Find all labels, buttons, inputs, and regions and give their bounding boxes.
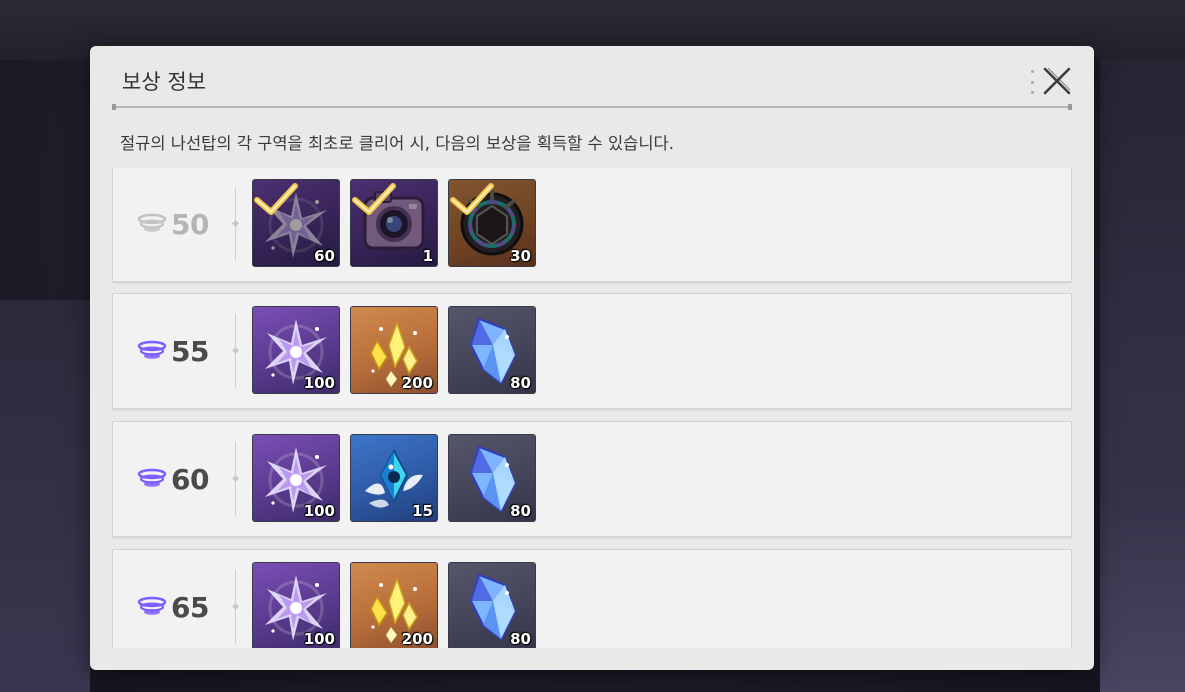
reward-item[interactable]: 80	[448, 306, 536, 394]
item-quantity: 30	[510, 247, 531, 265]
stage-label: 50	[137, 168, 227, 281]
reward-item[interactable]: 80	[448, 434, 536, 522]
reward-row: 55 100 200 80	[112, 293, 1072, 409]
title-divider	[112, 104, 1072, 110]
reward-items: 100 200 80	[252, 306, 536, 394]
stage-number: 60	[171, 462, 209, 496]
row-divider-dot	[231, 602, 240, 611]
reward-row: 65 100 200 80	[112, 549, 1072, 648]
reward-item[interactable]: 1	[350, 179, 438, 267]
row-divider-dot	[231, 346, 240, 355]
reward-items: 60 1 30	[252, 179, 536, 267]
reward-items: 100 200 80	[252, 562, 536, 648]
reward-item[interactable]: 15	[350, 434, 438, 522]
tower-floor-icon	[137, 468, 167, 487]
reward-item[interactable]: 200	[350, 306, 438, 394]
item-quantity: 80	[510, 502, 531, 520]
tower-floor-icon	[137, 596, 167, 615]
close-button[interactable]	[1040, 64, 1074, 98]
background-left	[0, 300, 90, 692]
stage-label: 60	[137, 422, 227, 536]
reward-item[interactable]: 100	[252, 562, 340, 648]
tower-floor-icon	[137, 213, 167, 232]
claimed-check-icon	[450, 183, 494, 215]
reward-row: 50 60 1 30	[112, 168, 1072, 282]
reward-row: 60 100 15 80	[112, 421, 1072, 537]
stage-label: 55	[137, 294, 227, 408]
stage-number: 55	[171, 334, 209, 368]
reward-info-dialog: 보상 정보 절규의 나선탑의 각 구역을 최초로 클리어 시, 다음의 보상을 …	[90, 46, 1094, 670]
divider-dots	[1031, 70, 1035, 94]
stage-label: 65	[137, 550, 227, 648]
reward-item[interactable]: 200	[350, 562, 438, 648]
item-quantity: 200	[401, 630, 433, 648]
item-quantity: 100	[303, 374, 335, 392]
tower-floor-icon	[137, 340, 167, 359]
background-right	[1100, 60, 1185, 692]
item-quantity: 15	[412, 502, 433, 520]
row-divider-dot	[231, 474, 240, 483]
item-quantity: 200	[401, 374, 433, 392]
stage-number: 65	[171, 590, 209, 624]
reward-item[interactable]: 60	[252, 179, 340, 267]
stage-number: 50	[171, 207, 209, 241]
row-divider-dot	[231, 219, 240, 228]
reward-list[interactable]: 50 60 1 30 55 100 200 80 60 100 15 80 65…	[112, 168, 1072, 648]
reward-item[interactable]: 100	[252, 434, 340, 522]
dialog-description: 절규의 나선탑의 각 구역을 최초로 클리어 시, 다음의 보상을 획득할 수 …	[120, 134, 674, 153]
reward-item[interactable]: 80	[448, 562, 536, 648]
claimed-check-icon	[254, 183, 298, 215]
item-quantity: 80	[510, 630, 531, 648]
reward-item[interactable]: 30	[448, 179, 536, 267]
item-quantity: 100	[303, 502, 335, 520]
reward-items: 100 15 80	[252, 434, 536, 522]
close-x-icon	[1043, 67, 1071, 95]
dialog-title: 보상 정보	[122, 70, 206, 94]
claimed-check-icon	[352, 183, 396, 215]
item-quantity: 60	[314, 247, 335, 265]
item-quantity: 100	[303, 630, 335, 648]
item-quantity: 1	[422, 247, 433, 265]
item-quantity: 80	[510, 374, 531, 392]
reward-item[interactable]: 100	[252, 306, 340, 394]
